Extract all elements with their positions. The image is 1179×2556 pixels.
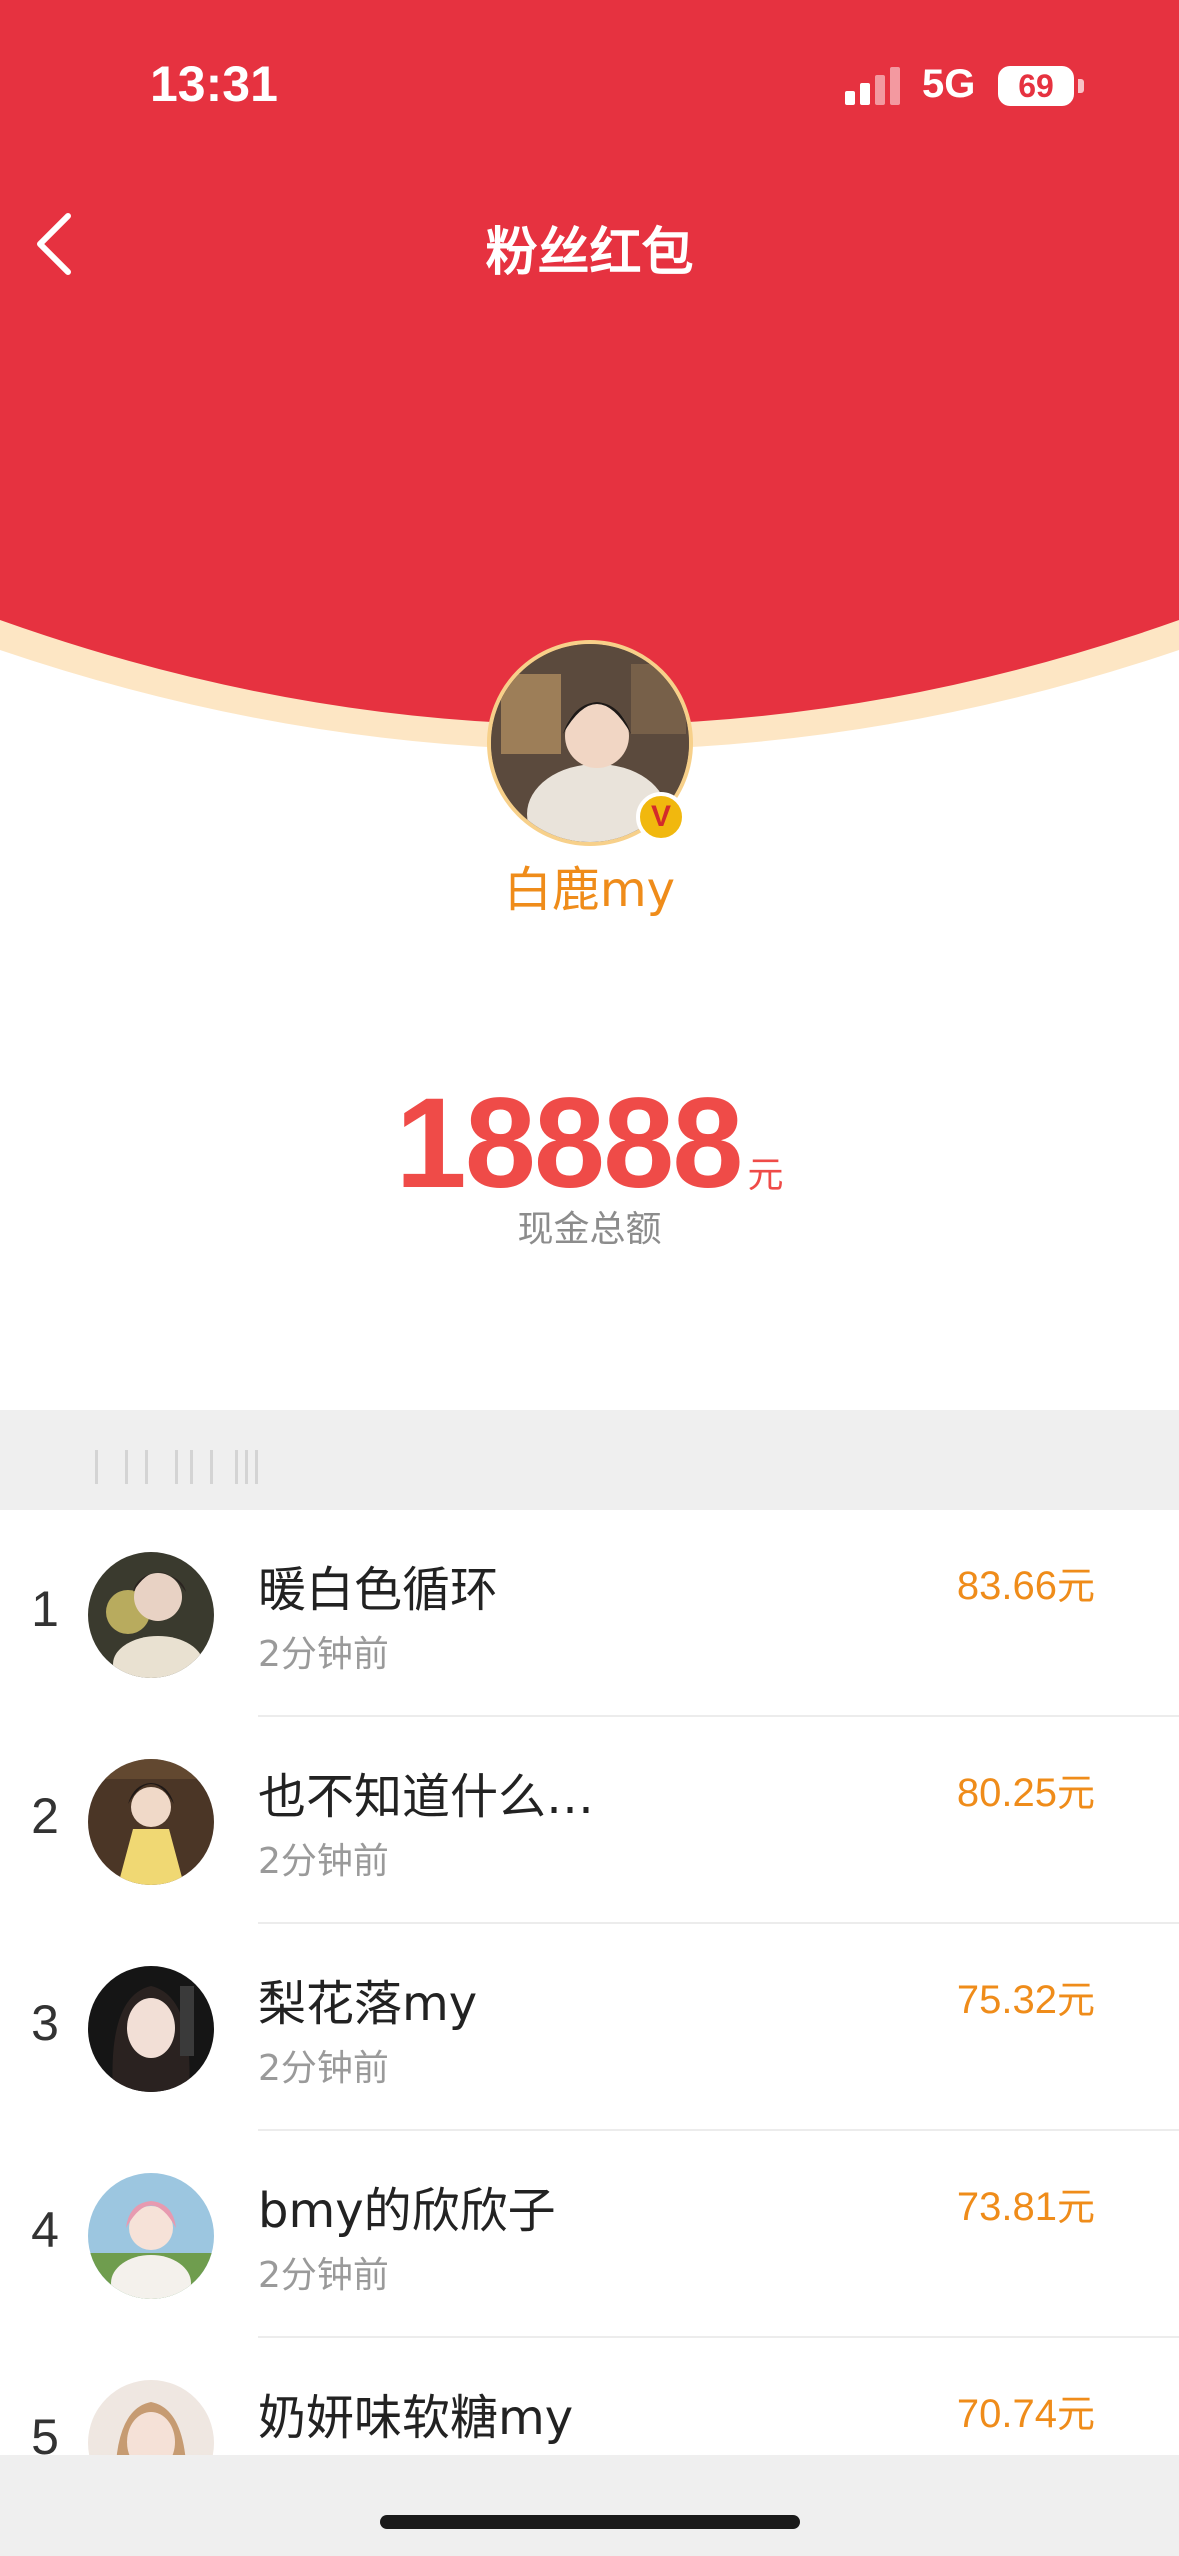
- avatar-image: [88, 1966, 214, 2092]
- amount-unit: 元: [1056, 1771, 1095, 1815]
- amount-value: 83.66: [956, 1564, 1057, 1608]
- amount-unit: 元: [1056, 2392, 1095, 2436]
- avatar[interactable]: [88, 1759, 214, 1885]
- recipient-name: bmy的欣欣子: [258, 2183, 556, 2239]
- avatar-image: [88, 1552, 214, 1678]
- recipient-time: 2分钟前: [258, 1634, 389, 1675]
- recipient-time: 2分钟前: [258, 2255, 389, 2296]
- page-title: 粉丝红包: [485, 223, 694, 283]
- avatar[interactable]: [88, 1552, 214, 1678]
- amount-value: 80.25: [956, 1771, 1057, 1815]
- list-item[interactable]: 3 梨花落my 2分钟前 75.32元: [0, 1924, 1179, 2131]
- amount-value: 75.32: [956, 1978, 1057, 2022]
- recipient-name: 奶妍味软糖my: [258, 2390, 574, 2446]
- rank-number: 2: [31, 1788, 59, 1844]
- signal-icon: [845, 65, 905, 105]
- network-type: 5G: [922, 62, 976, 106]
- verified-badge-icon: V: [636, 792, 686, 842]
- total-amount-label: 现金总额: [517, 1209, 662, 1250]
- status-bar: 13:31 5G 69: [0, 0, 1179, 160]
- amount-unit: 元: [1056, 2185, 1095, 2229]
- status-time: 13:31: [150, 56, 278, 112]
- list-item[interactable]: 2 也不知道什么… 2分钟前 80.25元: [0, 1717, 1179, 1924]
- total-amount-value: 18888: [395, 1072, 744, 1215]
- sender-name[interactable]: 白鹿my: [0, 850, 1179, 920]
- rank-number: 1: [31, 1581, 59, 1637]
- battery-icon: 69: [998, 66, 1074, 106]
- section-placeholder-lines: [95, 1450, 265, 1488]
- recipient-amount: 75.32元: [957, 1969, 1095, 2024]
- bottom-safe-area: [0, 2455, 1179, 2556]
- avatar-image: [88, 1759, 214, 1885]
- amount-unit: 元: [1056, 1564, 1095, 1608]
- amount-value: 73.81: [956, 2185, 1057, 2229]
- recipient-name: 暖白色循环: [258, 1562, 499, 1618]
- amount-value: 70.74: [956, 2392, 1057, 2436]
- recipient-name: 也不知道什么…: [258, 1769, 595, 1825]
- total-amount-unit: 元: [747, 1155, 784, 1196]
- avatar[interactable]: [88, 2173, 214, 2299]
- list-item[interactable]: 1 暖白色循环 2分钟前 83.66元: [0, 1510, 1179, 1717]
- recipient-amount: 70.74元: [957, 2383, 1095, 2438]
- rank-number: 3: [31, 1995, 59, 2051]
- home-indicator[interactable]: [380, 2515, 800, 2529]
- recipient-name: 梨花落my: [258, 1976, 478, 2032]
- recipient-time: 2分钟前: [258, 1841, 389, 1882]
- avatar-image: [88, 2173, 214, 2299]
- recipient-amount: 73.81元: [957, 2176, 1095, 2231]
- recipient-amount: 83.66元: [957, 1555, 1095, 1610]
- total-amount: 18888 元: [0, 1070, 1179, 1217]
- recipient-time: 2分钟前: [258, 2048, 389, 2089]
- battery-tip: [1078, 79, 1084, 93]
- amount-unit: 元: [1056, 1978, 1095, 2022]
- recipient-amount: 80.25元: [957, 1762, 1095, 1817]
- rank-number: 4: [31, 2202, 59, 2258]
- avatar[interactable]: [88, 1966, 214, 2092]
- list-item[interactable]: 4 bmy的欣欣子 2分钟前 73.81元: [0, 2131, 1179, 2338]
